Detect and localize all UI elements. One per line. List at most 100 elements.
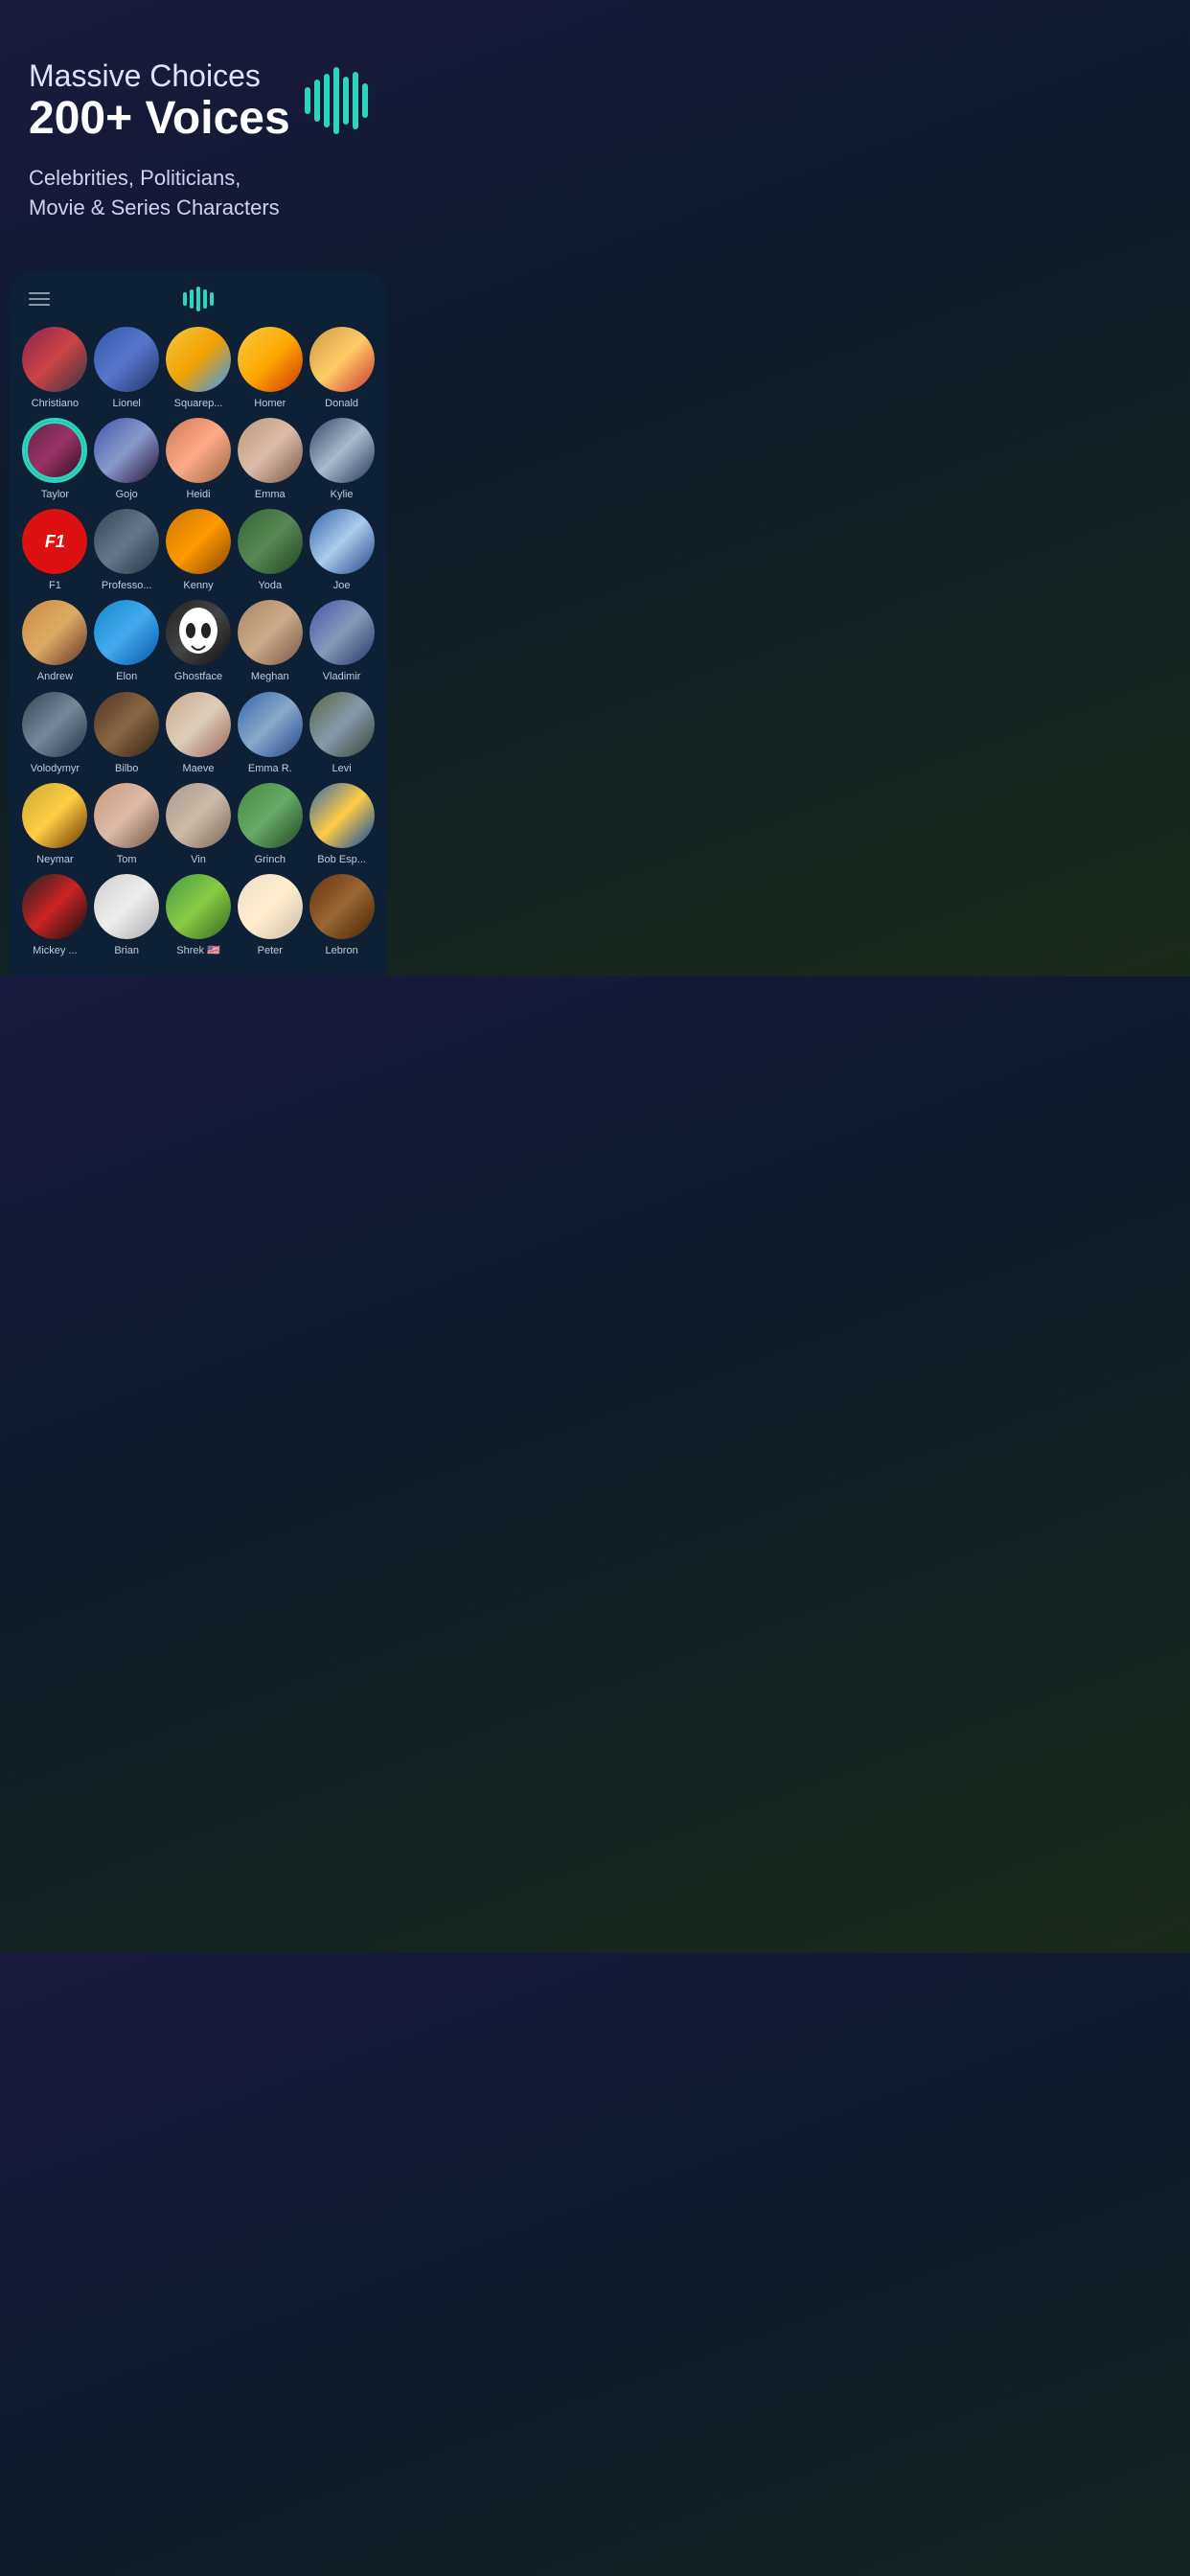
voice-item-bilbo[interactable]: Bilbo bbox=[93, 692, 161, 775]
voice-item-kylie[interactable]: Kylie bbox=[308, 418, 376, 501]
voice-avatar-inner-homer bbox=[238, 327, 303, 392]
voice-avatar-inner-yoda bbox=[238, 509, 303, 574]
voice-item-professor[interactable]: Professo... bbox=[93, 509, 161, 592]
wave-bar-1 bbox=[305, 87, 310, 114]
voice-avatar-inner-vladimir bbox=[309, 600, 375, 665]
voice-avatar-meghan bbox=[238, 600, 303, 665]
voice-avatar-neymar bbox=[22, 783, 87, 848]
voice-avatar-inner-tom bbox=[94, 783, 159, 848]
voice-name-f1: F1 bbox=[49, 580, 61, 592]
voice-item-heidi[interactable]: Heidi bbox=[165, 418, 233, 501]
voice-avatar-inner-bilbo bbox=[94, 692, 159, 757]
voice-item-maeve[interactable]: Maeve bbox=[165, 692, 233, 775]
voice-item-yoda[interactable]: Yoda bbox=[236, 509, 304, 592]
voice-item-grinch[interactable]: Grinch bbox=[236, 783, 304, 866]
voice-avatar-f1: F1 bbox=[22, 509, 87, 574]
voice-item-brian[interactable]: Brian bbox=[93, 874, 161, 957]
voice-avatar-inner-maeve bbox=[166, 692, 231, 757]
voice-item-vin[interactable]: Vin bbox=[165, 783, 233, 866]
voice-name-andrew: Andrew bbox=[37, 671, 73, 683]
voice-item-gojo[interactable]: Gojo bbox=[93, 418, 161, 501]
header-section: Massive Choices 200+ Voices Celebrities,… bbox=[0, 0, 397, 252]
voice-item-andrew[interactable]: Andrew bbox=[21, 600, 89, 683]
voice-item-elon[interactable]: Elon bbox=[93, 600, 161, 683]
wave-bar-4 bbox=[333, 67, 339, 134]
voice-item-christiano[interactable]: Christiano bbox=[21, 327, 89, 410]
voice-name-christiano: Christiano bbox=[32, 398, 80, 410]
voice-name-gojo: Gojo bbox=[116, 489, 138, 501]
voice-name-bobesp: Bob Esp... bbox=[317, 854, 366, 866]
voice-avatar-inner-christiano bbox=[22, 327, 87, 392]
voice-item-kenny[interactable]: Kenny bbox=[165, 509, 233, 592]
voice-item-shrek[interactable]: Shrek 🇺🇸 bbox=[165, 874, 233, 957]
voice-item-lionel[interactable]: Lionel bbox=[93, 327, 161, 410]
voice-avatar-yoda bbox=[238, 509, 303, 574]
voice-name-donald: Donald bbox=[325, 398, 358, 410]
app-card: Christiano Lionel Squarep... Homer Donald Tay… bbox=[10, 271, 387, 977]
voice-avatar-inner-emma bbox=[238, 418, 303, 483]
voice-avatar-peter bbox=[238, 874, 303, 939]
voice-item-f1[interactable]: F1 F1 bbox=[21, 509, 89, 592]
voice-item-emmar[interactable]: Emma R. bbox=[236, 692, 304, 775]
voice-item-squarep[interactable]: Squarep... bbox=[165, 327, 233, 410]
voice-avatar-tom bbox=[94, 783, 159, 848]
voice-avatar-inner-lebron bbox=[309, 874, 375, 939]
voice-avatar-inner-volodymyr bbox=[22, 692, 87, 757]
voice-item-emma[interactable]: Emma bbox=[236, 418, 304, 501]
wave-bar-7 bbox=[362, 83, 368, 118]
voice-avatar-inner-joe bbox=[309, 509, 375, 574]
voice-name-lionel: Lionel bbox=[113, 398, 141, 410]
voice-item-tom[interactable]: Tom bbox=[93, 783, 161, 866]
voice-name-professor: Professo... bbox=[102, 580, 152, 592]
voice-item-homer[interactable]: Homer bbox=[236, 327, 304, 410]
voice-avatar-inner-grinch bbox=[238, 783, 303, 848]
voice-item-meghan[interactable]: Meghan bbox=[236, 600, 304, 683]
voice-name-tom: Tom bbox=[117, 854, 137, 866]
header-subtitle: Massive Choices bbox=[29, 58, 290, 94]
voice-name-elon: Elon bbox=[116, 671, 137, 683]
voice-avatar-joe bbox=[309, 509, 375, 574]
f1-logo: F1 bbox=[45, 532, 65, 552]
voice-item-donald[interactable]: Donald bbox=[308, 327, 376, 410]
voice-name-neymar: Neymar bbox=[36, 854, 74, 866]
voice-avatar-inner-andrew bbox=[22, 600, 87, 665]
voice-name-joe: Joe bbox=[333, 580, 351, 592]
voice-avatar-squarep bbox=[166, 327, 231, 392]
voice-avatar-inner-peter bbox=[238, 874, 303, 939]
voice-item-joe[interactable]: Joe bbox=[308, 509, 376, 592]
voice-name-homer: Homer bbox=[254, 398, 286, 410]
voice-avatar-emmar bbox=[238, 692, 303, 757]
voice-name-taylor: Taylor bbox=[41, 489, 69, 501]
voice-name-brian: Brian bbox=[114, 945, 139, 957]
voice-item-vladimir[interactable]: Vladimir bbox=[308, 600, 376, 683]
voice-avatar-kenny bbox=[166, 509, 231, 574]
voice-avatar-inner-levi bbox=[309, 692, 375, 757]
voice-name-lebron: Lebron bbox=[325, 945, 357, 957]
voice-name-heidi: Heidi bbox=[186, 489, 210, 501]
voice-name-vladimir: Vladimir bbox=[323, 671, 361, 683]
voice-avatar-kylie bbox=[309, 418, 375, 483]
voice-item-ghostface[interactable]: Ghostface bbox=[165, 600, 233, 683]
sound-wave-icon bbox=[305, 67, 368, 134]
voice-name-kylie: Kylie bbox=[331, 489, 354, 501]
voice-avatar-gojo bbox=[94, 418, 159, 483]
voice-item-volodymyr[interactable]: Volodymyr bbox=[21, 692, 89, 775]
voice-item-neymar[interactable]: Neymar bbox=[21, 783, 89, 866]
voice-avatar-inner-mickey bbox=[22, 874, 87, 939]
wave-bar-5 bbox=[343, 77, 349, 125]
voice-avatar-inner-kenny bbox=[166, 509, 231, 574]
voice-avatar-homer bbox=[238, 327, 303, 392]
voice-item-peter[interactable]: Peter bbox=[236, 874, 304, 957]
app-wave-icon bbox=[183, 287, 214, 311]
voice-item-bobesp[interactable]: Bob Esp... bbox=[308, 783, 376, 866]
voice-avatar-heidi bbox=[166, 418, 231, 483]
voice-avatar-inner-professor bbox=[94, 509, 159, 574]
hamburger-menu-icon[interactable] bbox=[29, 292, 50, 306]
voice-avatar-inner-donald bbox=[309, 327, 375, 392]
voice-item-mickey[interactable]: Mickey ... bbox=[21, 874, 89, 957]
voice-item-levi[interactable]: Levi bbox=[308, 692, 376, 775]
voice-item-taylor[interactable]: Taylor bbox=[21, 418, 89, 501]
voice-name-maeve: Maeve bbox=[182, 763, 214, 775]
voice-item-lebron[interactable]: Lebron bbox=[308, 874, 376, 957]
voice-avatar-inner-vin bbox=[166, 783, 231, 848]
